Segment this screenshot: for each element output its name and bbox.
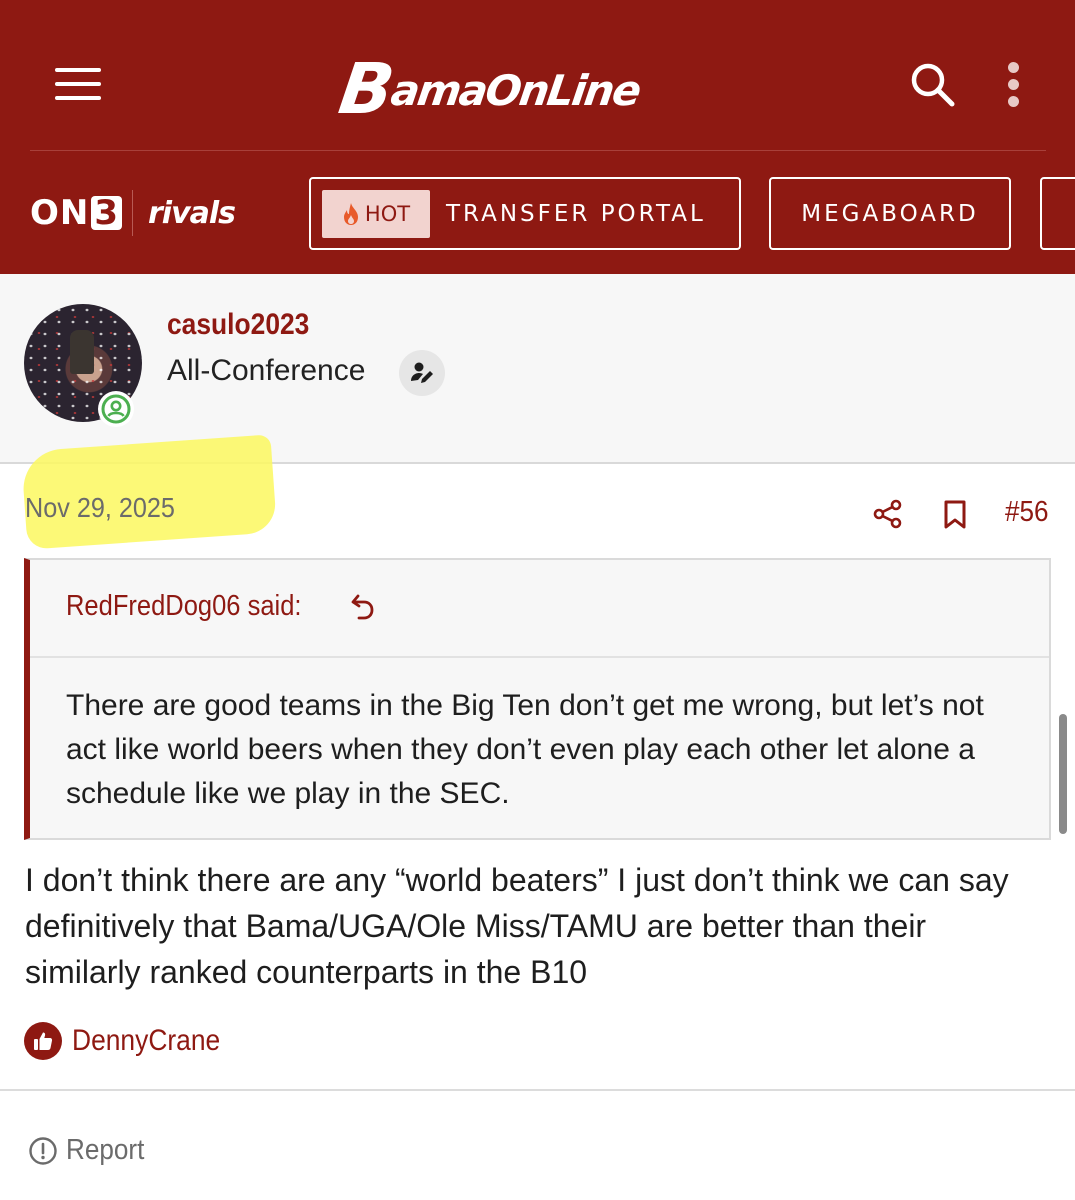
megaboard-label: MEGABOARD [801,200,979,227]
footer-divider [0,1089,1075,1091]
quote-author-link[interactable]: RedFredDog06 said: [66,590,376,623]
post-number-link[interactable]: #56 [1005,496,1049,529]
user-edit-icon[interactable] [399,350,445,396]
logo-initial: B [334,48,398,130]
hot-badge-label: HOT [364,201,411,226]
transfer-portal-label: TRANSFER PORTAL [446,200,706,227]
post-author-panel: casulo2023 All-Conference [0,274,1075,464]
on3-logo[interactable]: ON 3 [30,193,123,233]
quote-author: RedFredDog06 said: [66,590,302,622]
alert-circle-icon [29,1136,57,1165]
logo-text: amaOnLine [388,66,643,115]
quote-text: There are good teams in the Big Ten don’… [66,689,984,810]
transfer-portal-button[interactable]: HOT TRANSFER PORTAL [309,177,741,250]
site-header: B amaOnLine ON 3 rivals HOT TRANSFER PORT… [0,0,1075,274]
header-divider [30,150,1046,151]
menu-icon[interactable] [55,68,101,100]
post-date[interactable]: Nov 29, 2025 [25,492,175,524]
rivals-logo[interactable]: rivals [148,194,236,234]
jump-to-quote-icon[interactable] [350,593,376,621]
author-rank: All-Conference [167,354,366,387]
site-logo[interactable]: B amaOnLine [334,48,643,130]
online-status-icon [98,391,134,427]
fire-icon [343,202,358,225]
post-message: I don’t think there are any “world beate… [25,862,1009,990]
next-nav-button[interactable] [1040,177,1075,250]
quote-divider [30,656,1049,658]
report-label: Report [66,1134,145,1166]
scrollbar[interactable] [1059,714,1067,834]
on3-digit: 3 [91,196,123,230]
reaction-summary[interactable]: DennyCrane [24,1022,240,1060]
megaboard-button[interactable]: MEGABOARD [769,177,1011,250]
hot-badge: HOT [322,189,430,238]
more-options-icon[interactable] [1004,62,1024,108]
thumbs-up-icon [24,1022,62,1060]
bookmark-icon[interactable] [943,500,967,530]
brand-separator [132,190,133,236]
share-icon[interactable] [872,498,904,530]
reaction-user[interactable]: DennyCrane [72,1024,220,1058]
search-icon[interactable] [908,60,956,108]
report-button[interactable]: Report [28,1134,153,1167]
quote-block: RedFredDog06 said: There are good teams … [24,558,1051,840]
on3-text: ON [30,193,90,233]
post-author-name[interactable]: casulo2023 [167,308,309,342]
